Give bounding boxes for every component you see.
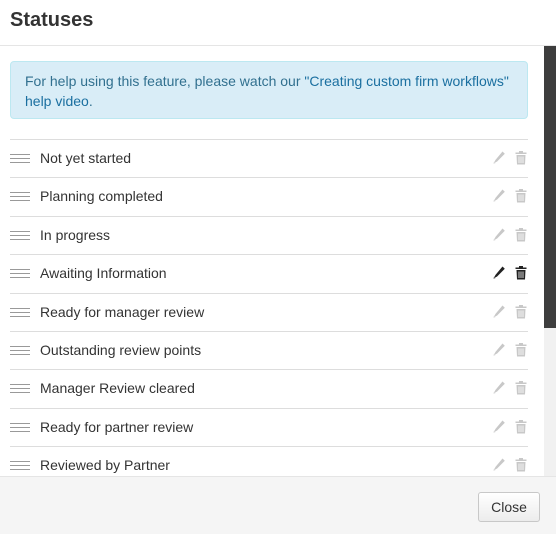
- status-label: Not yet started: [40, 150, 132, 166]
- status-label: Manager Review cleared: [40, 380, 195, 397]
- status-label: Reviewed by Partner: [40, 457, 170, 474]
- trash-icon[interactable]: [515, 419, 527, 435]
- trash-icon[interactable]: [515, 342, 527, 358]
- pencil-icon[interactable]: [492, 188, 506, 204]
- trash-icon[interactable]: [515, 304, 527, 320]
- status-row[interactable]: Reviewed by Partner: [10, 447, 528, 476]
- status-label: In progress: [40, 226, 111, 243]
- drag-handle-icon[interactable]: [10, 269, 30, 280]
- status-row[interactable]: Ready for manager review: [10, 294, 528, 332]
- scrollbar-thumb[interactable]: [544, 46, 556, 328]
- help-text-before: For help using this feature, please watc…: [25, 73, 305, 89]
- dialog-header: Statuses: [0, 0, 556, 46]
- drag-handle-icon[interactable]: [10, 230, 30, 242]
- dialog-body[interactable]: For help using this feature, please watc…: [0, 46, 544, 476]
- drag-handle-icon[interactable]: [10, 345, 30, 357]
- pencil-icon[interactable]: [492, 304, 506, 320]
- pencil-icon[interactable]: [492, 380, 506, 396]
- trash-icon[interactable]: [515, 150, 527, 166]
- status-row[interactable]: Awaiting Information: [10, 255, 528, 294]
- trash-icon[interactable]: [515, 227, 527, 243]
- pencil-icon[interactable]: [492, 457, 506, 473]
- status-label: Outstanding review points: [40, 341, 202, 358]
- statuses-dialog: Statuses For help using this feature, pl…: [0, 0, 556, 534]
- status-label: Planning completed: [40, 188, 163, 205]
- status-row[interactable]: Outstanding review points: [10, 332, 528, 371]
- drag-handle-icon[interactable]: [10, 384, 30, 395]
- status-label: Ready for partner review: [40, 418, 194, 435]
- drag-handle-icon[interactable]: [10, 461, 30, 472]
- drag-handle-icon[interactable]: [10, 422, 30, 434]
- pencil-icon[interactable]: [492, 150, 506, 166]
- dialog-footer: Close: [0, 476, 556, 534]
- status-list: Not yet started Planning completed In prog…: [10, 139, 528, 476]
- trash-icon[interactable]: [515, 188, 527, 204]
- pencil-icon[interactable]: [492, 227, 506, 243]
- status-label: Awaiting Information: [40, 265, 167, 282]
- trash-icon[interactable]: [515, 380, 527, 396]
- trash-icon[interactable]: [515, 457, 527, 473]
- close-button[interactable]: Close: [478, 492, 540, 522]
- pencil-icon[interactable]: [492, 342, 506, 358]
- help-text-after: .: [88, 93, 93, 109]
- drag-handle-icon[interactable]: [10, 307, 30, 319]
- drag-handle-icon[interactable]: [10, 192, 30, 203]
- status-row[interactable]: Manager Review cleared: [10, 370, 528, 409]
- status-label: Ready for manager review: [40, 303, 205, 320]
- drag-handle-icon[interactable]: [10, 154, 30, 165]
- scrollbar[interactable]: [544, 46, 556, 476]
- help-alert: For help using this feature, please watc…: [10, 61, 528, 119]
- pencil-icon[interactable]: [492, 265, 506, 281]
- dialog-title: Statuses: [10, 9, 94, 31]
- status-row[interactable]: Planning completed: [10, 178, 528, 217]
- status-row[interactable]: Not yet started: [10, 140, 528, 179]
- status-row[interactable]: In progress: [10, 217, 528, 256]
- trash-icon[interactable]: [515, 265, 527, 281]
- pencil-icon[interactable]: [492, 419, 506, 435]
- status-row[interactable]: Ready for partner review: [10, 409, 528, 448]
